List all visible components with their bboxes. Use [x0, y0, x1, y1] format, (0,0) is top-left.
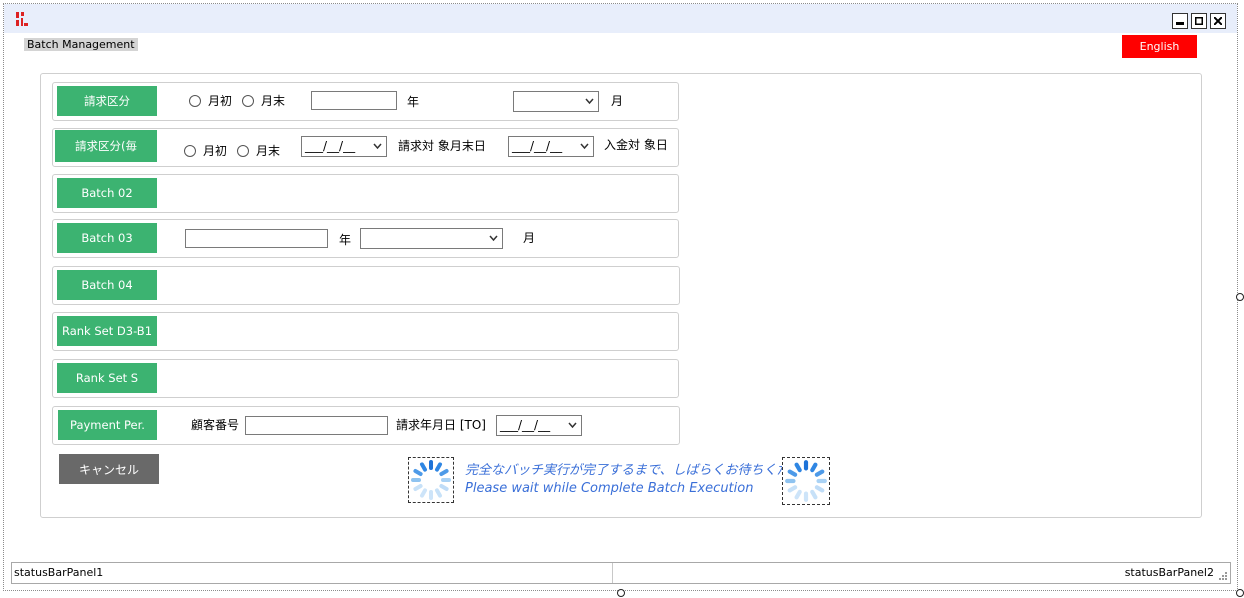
month-select[interactable]: [513, 91, 599, 112]
seikyu-kubun-mai-button[interactable]: 請求区分(毎: [55, 130, 157, 162]
english-button[interactable]: English: [1122, 35, 1197, 58]
batch-03-year-label: 年: [339, 233, 352, 247]
status-bar-panel-2: statusBarPanel2: [1124, 566, 1214, 579]
menu-label: Batch Management: [24, 38, 138, 51]
status-bar-divider: [612, 563, 613, 583]
radio-getsusho[interactable]: [189, 95, 201, 107]
resize-handle-right[interactable]: [1236, 293, 1244, 301]
chevron-down-icon: [373, 143, 382, 150]
month-label: 月: [611, 94, 624, 108]
radio-getsusho-2-label: 月初: [203, 144, 228, 158]
wait-message-ja: 完全なバッチ実行が完了するまで、しばらくお待ちください: [465, 463, 816, 478]
cancel-button[interactable]: キャンセル: [59, 454, 159, 484]
app-icon: [16, 12, 28, 26]
batch-03-month-select[interactable]: [360, 228, 503, 249]
payment-date-label: 入金対 象日: [604, 138, 668, 152]
wait-message-en: Please wait while Complete Batch Executi…: [465, 481, 754, 496]
spinner-icon: [785, 460, 827, 502]
minimize-button[interactable]: [1172, 13, 1188, 29]
loading-spinner-right: [782, 457, 830, 505]
billing-month-end-label: 請求対 象月末日: [398, 139, 486, 153]
radio-getsumatsu-2-label: 月末: [256, 144, 281, 158]
payment-date-picker[interactable]: ___/__/__: [508, 136, 594, 157]
radio-getsusho-2[interactable]: [184, 145, 196, 157]
billing-date-to-value: ___/__/__: [500, 418, 551, 432]
batch-03-year-input[interactable]: [185, 229, 328, 248]
status-bar-panel-1: statusBarPanel1: [14, 566, 104, 579]
resize-grip-icon[interactable]: [1219, 572, 1228, 581]
resize-handle-corner[interactable]: [1236, 589, 1244, 597]
rank-set-d3-b1-button[interactable]: Rank Set D3-B1: [57, 316, 157, 346]
spinner-icon: [411, 460, 451, 500]
radio-getsumatsu-label: 月末: [261, 94, 286, 108]
payment-per-button[interactable]: Payment Per.: [58, 410, 157, 440]
seikyu-kubun-button[interactable]: 請求区分: [57, 86, 157, 116]
radio-getsusho-label: 月初: [208, 94, 233, 108]
maximize-icon: [1195, 17, 1203, 25]
title-bar[interactable]: [4, 4, 1237, 33]
batch-02-button[interactable]: Batch 02: [57, 178, 157, 208]
rank-set-s-button[interactable]: Rank Set S: [57, 363, 157, 393]
loading-spinner-left: [408, 457, 454, 503]
batch-04-button[interactable]: Batch 04: [57, 270, 157, 300]
billing-date-to-picker[interactable]: ___/__/__: [496, 415, 582, 436]
close-icon: [1214, 17, 1222, 25]
resize-handle-bottom[interactable]: [617, 589, 625, 597]
minimize-icon: [1176, 22, 1184, 25]
radio-getsumatsu[interactable]: [242, 95, 254, 107]
chevron-down-icon: [489, 235, 498, 242]
customer-number-input[interactable]: [245, 416, 388, 435]
status-bar: statusBarPanel1 statusBarPanel2: [11, 562, 1231, 584]
customer-number-label: 顧客番号: [191, 418, 240, 432]
radio-getsumatsu-2[interactable]: [237, 145, 249, 157]
billing-month-end-date-value: ___/__/__: [305, 139, 356, 153]
billing-date-to-label: 請求年月日 [TO]: [396, 418, 486, 432]
year-label: 年: [407, 95, 420, 109]
close-button[interactable]: [1210, 13, 1226, 29]
year-input[interactable]: [311, 91, 397, 110]
payment-date-value: ___/__/__: [512, 139, 563, 153]
chevron-down-icon: [568, 422, 577, 429]
billing-month-end-date-picker[interactable]: ___/__/__: [301, 136, 387, 157]
chevron-down-icon: [580, 143, 589, 150]
chevron-down-icon: [585, 98, 594, 105]
batch-03-button[interactable]: Batch 03: [57, 223, 157, 253]
maximize-button[interactable]: [1191, 13, 1207, 29]
batch-03-month-label: 月: [523, 231, 536, 245]
